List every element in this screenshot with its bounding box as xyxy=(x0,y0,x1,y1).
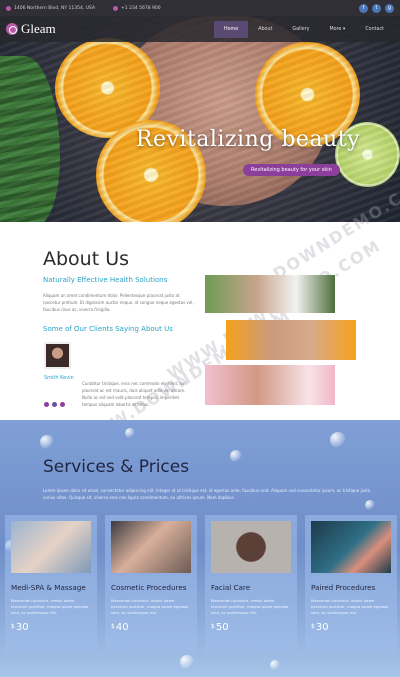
pool-image xyxy=(311,521,391,573)
about-paragraph: Aliquam an amet condimentum dolor. Pelle… xyxy=(43,293,194,312)
price-currency: $ xyxy=(11,623,15,630)
price-value: 50 xyxy=(215,622,229,633)
water-drop xyxy=(40,435,54,449)
site-logo[interactable]: Gleam xyxy=(6,21,56,37)
nav-item-about[interactable]: About xyxy=(248,21,282,38)
pager-dot[interactable] xyxy=(52,402,57,407)
page: Revitalizing beauty Revitalizing beauty … xyxy=(0,0,400,677)
service-text: Maecenas tincidunt, metus lorem tincidun… xyxy=(211,598,289,615)
nav-menu: Home About Gallery More ▾ Contact xyxy=(214,20,394,38)
about-image-3 xyxy=(205,365,335,405)
water-drop xyxy=(330,432,346,448)
about-image-2 xyxy=(226,320,356,360)
service-title: Facial Care xyxy=(211,583,251,592)
top-info-bar: 1406 Northern Blvd, NY 11354, USA +1 234… xyxy=(0,0,400,16)
client-avatar xyxy=(44,342,71,369)
service-card[interactable]: Cosmetic Procedures Maecenas tincidunt, … xyxy=(105,515,197,652)
logo-mark-icon xyxy=(6,23,18,35)
client-name: Smith Kevin xyxy=(44,375,74,381)
water-drop xyxy=(270,660,280,670)
testimonial-text: Curabitur tristique, eros nec commodo el… xyxy=(82,381,187,407)
about-subtitle: Naturally Effective Health Solutions xyxy=(43,276,168,284)
about-image-1 xyxy=(205,275,335,313)
phone-item: +1 234 5678 900 xyxy=(113,5,161,11)
service-card[interactable]: Facial Care Maecenas tincidunt, metus lo… xyxy=(205,515,297,652)
chevron-down-icon: ▾ xyxy=(342,26,346,32)
clients-title: Some of Our Clients Saying About Us xyxy=(43,325,173,333)
service-text: Maecenas tincidunt, metus lorem tincidun… xyxy=(11,598,89,615)
service-price: $50 xyxy=(211,622,291,633)
water-overlay xyxy=(0,16,400,222)
price-value: 30 xyxy=(315,622,329,633)
address-item: 1406 Northern Blvd, NY 11354, USA xyxy=(6,5,96,11)
price-currency: $ xyxy=(211,623,215,630)
hero-subtitle-button[interactable]: Revitalizing beauty for your skin xyxy=(243,164,340,176)
price-currency: $ xyxy=(311,623,315,630)
logo-text: Gleam xyxy=(21,21,56,36)
service-text: Maecenas tincidunt, metus lorem tincidun… xyxy=(111,598,189,615)
main-navigation: Gleam Home About Gallery More ▾ Contact xyxy=(0,16,400,42)
nav-item-more[interactable]: More ▾ xyxy=(319,21,355,38)
service-card[interactable]: Paired Procedures Maecenas tincidunt, me… xyxy=(305,515,397,652)
service-price: $40 xyxy=(111,622,191,633)
hero-title: Revitalizing beauty xyxy=(135,127,360,152)
price-currency: $ xyxy=(111,623,115,630)
service-price: $30 xyxy=(311,622,391,633)
testimonial-pager xyxy=(44,402,65,407)
service-title: Cosmetic Procedures xyxy=(111,583,187,592)
phone-icon xyxy=(113,5,119,11)
address-text: 1406 Northern Blvd, NY 11354, USA xyxy=(14,5,96,11)
service-card[interactable]: Medi-SPA & Massage Maecenas tincidunt, m… xyxy=(5,515,97,652)
pager-dot[interactable] xyxy=(60,402,65,407)
facebook-icon[interactable]: f xyxy=(359,3,368,13)
massage-image xyxy=(11,521,91,573)
phone-text: +1 234 5678 900 xyxy=(121,5,161,11)
facial-mask-image xyxy=(211,521,291,573)
about-title: About Us xyxy=(43,248,130,270)
water-drop xyxy=(125,428,135,438)
price-value: 40 xyxy=(115,622,129,633)
service-text: Maecenas tincidunt, metus lorem tincidun… xyxy=(311,598,389,615)
price-value: 30 xyxy=(15,622,29,633)
google-plus-icon[interactable]: g xyxy=(385,3,394,13)
service-title: Paired Procedures xyxy=(311,583,376,592)
services-description: Lorem ipsum dolor sit amet, consectetur … xyxy=(43,488,371,500)
hero-banner: Revitalizing beauty Revitalizing beauty … xyxy=(0,16,400,222)
twitter-icon[interactable]: t xyxy=(372,3,381,13)
location-pin-icon xyxy=(6,5,11,11)
nav-item-home[interactable]: Home xyxy=(214,20,249,38)
nav-item-more-label: More xyxy=(329,26,342,32)
nav-item-gallery[interactable]: Gallery xyxy=(282,21,319,38)
services-title: Services & Prices xyxy=(43,457,190,477)
water-drop xyxy=(180,655,194,669)
social-links: f t g xyxy=(359,3,394,13)
pager-dot[interactable] xyxy=(44,402,49,407)
cosmetic-image xyxy=(111,521,191,573)
water-drop xyxy=(230,450,242,462)
service-price: $30 xyxy=(11,622,91,633)
nav-item-contact[interactable]: Contact xyxy=(355,21,394,38)
service-title: Medi-SPA & Massage xyxy=(11,583,86,592)
water-drop xyxy=(365,500,375,510)
